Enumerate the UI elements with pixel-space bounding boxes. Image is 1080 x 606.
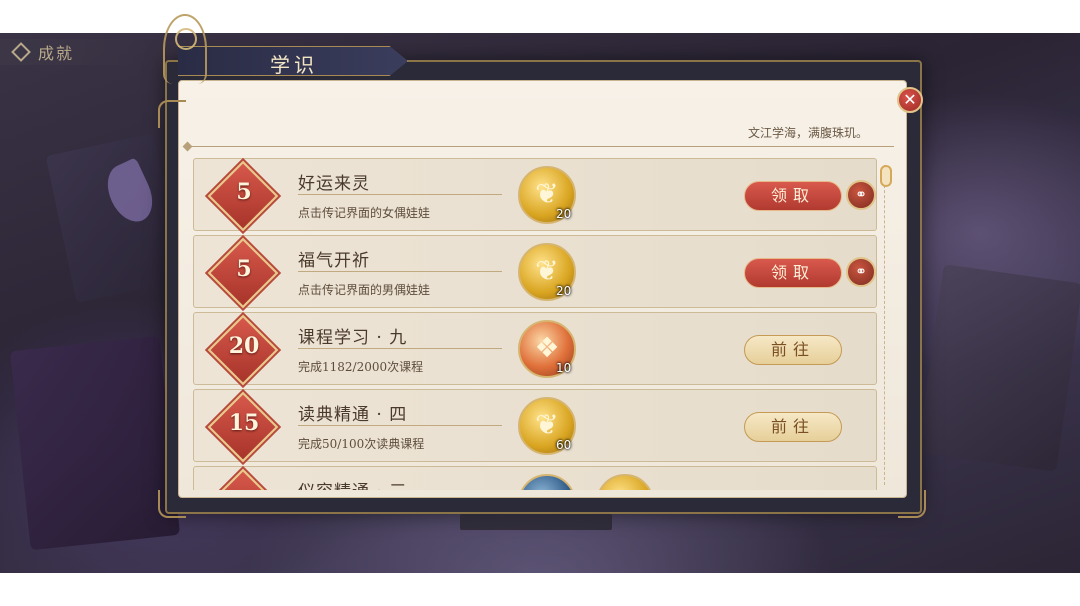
panel-title: 学识 xyxy=(270,53,318,77)
achievement-tag: 成就 xyxy=(0,39,150,65)
share-button[interactable]: ⚭ xyxy=(846,180,876,210)
crystal-leaf-icon: ❖ xyxy=(534,331,560,364)
task-row: 20 课程学习 · 九 完成1182/2000次课程 ❖ 10 前往 xyxy=(193,312,877,386)
claim-button[interactable]: 领取 xyxy=(744,181,842,211)
task-row: 15 读典精通 · 四 完成50/100次读典课程 ❦ 60 前往 xyxy=(193,389,877,463)
divider xyxy=(188,146,894,147)
divider xyxy=(298,271,502,272)
diamond-icon xyxy=(11,42,31,62)
crescent-crest-icon xyxy=(163,14,207,84)
points-badge-value: 5 xyxy=(236,179,252,205)
task-title: 福气开祈 xyxy=(298,251,370,271)
divider xyxy=(298,425,502,426)
background-book xyxy=(917,264,1080,472)
feather-icon: ❦ xyxy=(535,177,559,210)
task-description: 完成1182/2000次课程 xyxy=(298,360,424,374)
background-book xyxy=(9,335,181,551)
task-description: 点击传记界面的男偶娃娃 xyxy=(298,283,431,297)
bottom-strip xyxy=(460,514,612,530)
task-row: 仪容精通 · 三 xyxy=(193,466,877,490)
corner-ornament-icon xyxy=(158,490,186,518)
reward-quantity: 20 xyxy=(556,207,572,221)
reward-quantity: 60 xyxy=(556,438,572,452)
divider xyxy=(298,348,502,349)
task-description: 完成50/100次读典课程 xyxy=(298,437,425,451)
task-title: 仪容精通 · 三 xyxy=(298,477,407,490)
points-badge-icon xyxy=(207,468,279,490)
panel-motto: 文江学海，满腹珠玑。 xyxy=(748,126,869,140)
scrollbar-track[interactable] xyxy=(884,165,888,485)
corner-ornament-icon xyxy=(898,490,926,518)
reward-quantity: 20 xyxy=(556,284,572,298)
points-badge-value: 20 xyxy=(228,333,260,359)
task-title: 好运来灵 xyxy=(298,174,370,194)
achievement-tag-label: 成就 xyxy=(38,44,75,63)
task-description: 点击传记界面的女偶娃娃 xyxy=(298,206,431,220)
points-badge-value: 15 xyxy=(228,410,260,436)
divider xyxy=(298,194,502,195)
feather-icon: ❦ xyxy=(535,408,559,441)
task-list[interactable]: 5 好运来灵 点击传记界面的女偶娃娃 ❦ 20 领取 ⚭ 5 福气开祈 点击传记… xyxy=(193,158,877,490)
reward-book-icon[interactable] xyxy=(518,474,576,490)
background-book xyxy=(45,133,185,303)
reward-quantity: 10 xyxy=(556,361,572,375)
corner-ornament-icon xyxy=(158,100,186,128)
close-button[interactable]: ✕ xyxy=(897,87,923,113)
share-button[interactable]: ⚭ xyxy=(846,257,876,287)
task-row: 5 好运来灵 点击传记界面的女偶娃娃 ❦ 20 领取 ⚭ xyxy=(193,158,877,232)
reward-feather-icon[interactable] xyxy=(596,474,654,490)
goto-button[interactable]: 前往 xyxy=(744,412,842,442)
task-title: 课程学习 · 九 xyxy=(298,328,408,348)
goto-button[interactable]: 前往 xyxy=(744,335,842,365)
feather-icon: ❦ xyxy=(535,254,559,287)
scrollbar-thumb[interactable] xyxy=(880,165,892,187)
points-badge-value: 5 xyxy=(236,256,252,282)
task-row: 5 福气开祈 点击传记界面的男偶娃娃 ❦ 20 领取 ⚭ xyxy=(193,235,877,309)
task-title: 读典精通 · 四 xyxy=(298,405,408,425)
claim-button[interactable]: 领取 xyxy=(744,258,842,288)
